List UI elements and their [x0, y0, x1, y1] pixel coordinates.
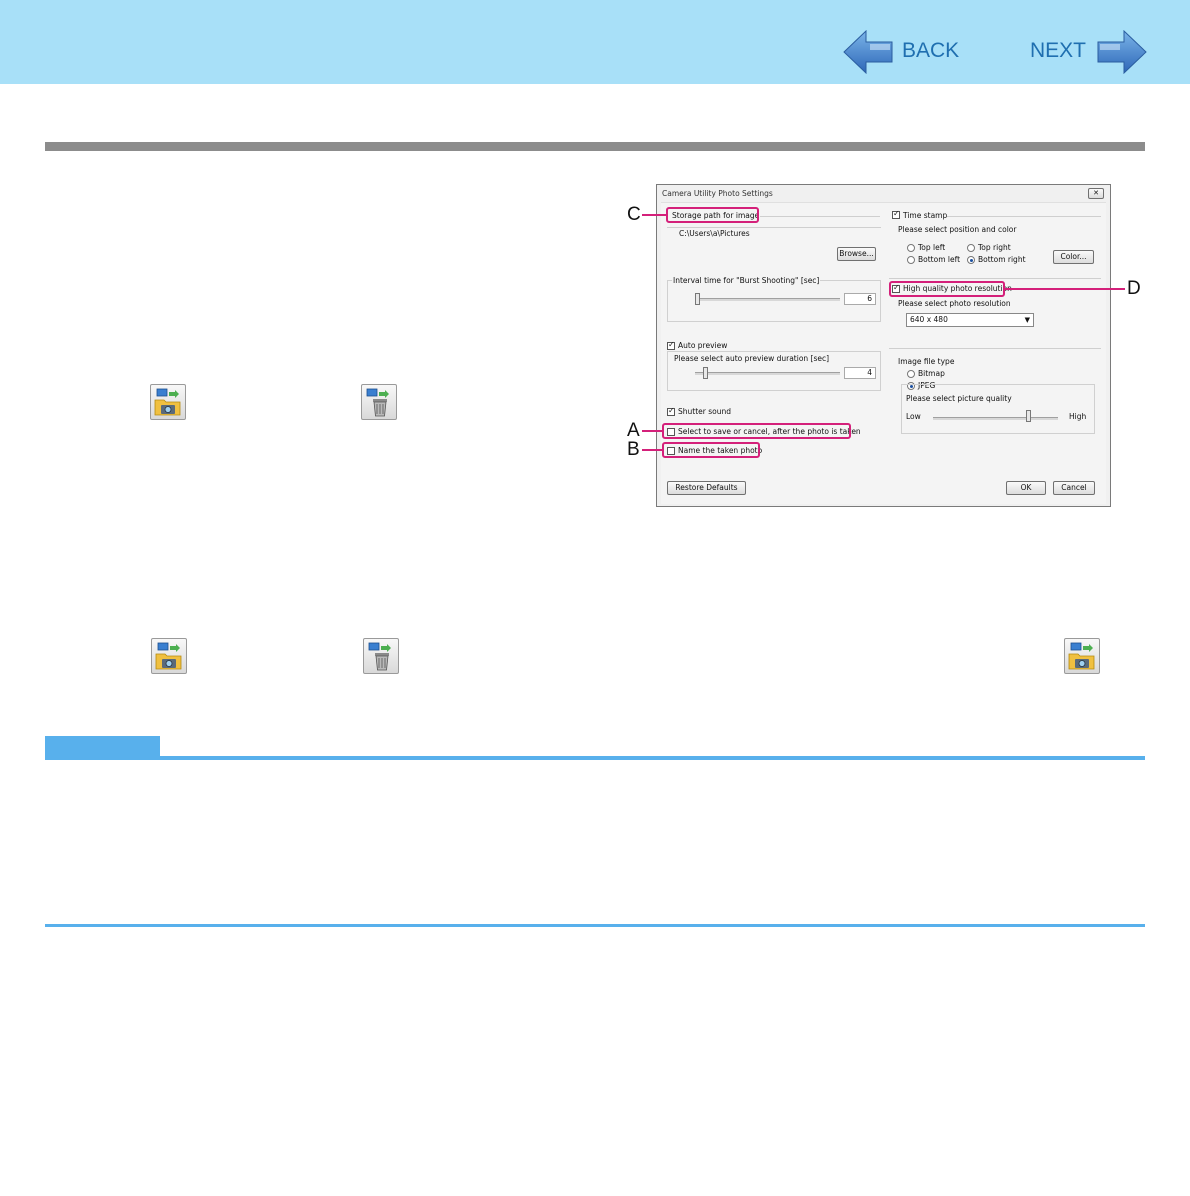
interval-slider-track: [695, 298, 840, 301]
resolution-dropdown[interactable]: 640 x 480 ▼: [906, 313, 1034, 327]
preview-slider-track: [695, 372, 840, 375]
callout-c-line: [642, 214, 666, 216]
bottom-right-label: Bottom right: [978, 255, 1026, 264]
callout-a: A: [627, 420, 640, 441]
quality-label: Please select picture quality: [906, 394, 1012, 403]
interval-label: Interval time for "Burst Shooting" [sec]: [672, 276, 821, 286]
radio-bottom-left[interactable]: [907, 256, 915, 264]
highlight-hq-resolution: [889, 281, 1005, 297]
photo-settings-dialog: Camera Utility Photo Settings ✕ Storage …: [656, 184, 1111, 507]
browse-button[interactable]: Browse...: [837, 247, 876, 261]
resolution-value: 640 x 480: [910, 315, 948, 324]
bitmap-label: Bitmap: [918, 369, 945, 378]
preview-value[interactable]: 4: [844, 367, 876, 379]
quality-group: [901, 384, 1095, 434]
time-stamp-position-label: Please select position and color: [898, 225, 1017, 234]
back-button[interactable]: BACK: [842, 30, 967, 74]
save-photo-icon: [151, 638, 187, 674]
radio-bottom-right[interactable]: [967, 256, 975, 264]
next-arrow-icon: [1097, 30, 1147, 74]
dialog-close-button[interactable]: ✕: [1088, 188, 1104, 199]
color-button[interactable]: Color...: [1053, 250, 1094, 264]
interval-slider-thumb[interactable]: [695, 293, 700, 305]
callout-d: D: [1127, 278, 1141, 299]
highlight-storage-path: [666, 207, 759, 223]
quality-slider-track: [933, 417, 1058, 420]
note-top-rule: [45, 756, 1145, 760]
time-stamp-label: Time stamp: [903, 211, 948, 220]
cancel-button[interactable]: Cancel: [1053, 481, 1095, 495]
callout-a-line: [642, 430, 662, 432]
callout-d-line: [1005, 288, 1125, 290]
file-type-label: Image file type: [898, 357, 955, 366]
note-tab: [45, 736, 160, 758]
highlight-name-photo: [662, 442, 760, 458]
callout-c: C: [627, 204, 641, 225]
resolution-select-label: Please select photo resolution: [898, 299, 1011, 308]
auto-preview-checkbox[interactable]: [667, 340, 675, 350]
restore-defaults-button[interactable]: Restore Defaults: [667, 481, 746, 495]
callout-b: B: [627, 439, 640, 460]
back-label: BACK: [902, 39, 960, 62]
storage-path-value: C:\Users\a\Pictures: [679, 229, 750, 238]
chevron-down-icon: ▼: [1024, 316, 1030, 324]
radio-top-right[interactable]: [967, 244, 975, 252]
ok-button[interactable]: OK: [1006, 481, 1046, 495]
quality-low-label: Low: [906, 412, 921, 421]
save-photo-icon: [1064, 638, 1100, 674]
shutter-sound-label: Shutter sound: [678, 407, 731, 416]
next-label: NEXT: [1030, 39, 1087, 62]
back-arrow-icon: [843, 30, 893, 74]
dialog-title: Camera Utility Photo Settings: [662, 189, 773, 198]
quality-slider-thumb[interactable]: [1026, 410, 1031, 422]
section-rule: [45, 142, 1145, 151]
radio-bitmap[interactable]: [907, 370, 915, 378]
next-button[interactable]: NEXT: [1030, 30, 1148, 74]
interval-value[interactable]: 6: [844, 293, 876, 305]
quality-high-label: High: [1069, 412, 1087, 421]
time-stamp-checkbox[interactable]: [892, 209, 900, 219]
delete-photo-icon: [363, 638, 399, 674]
highlight-select-save: [662, 423, 851, 439]
shutter-sound-checkbox[interactable]: [667, 406, 675, 416]
callout-b-line: [642, 449, 662, 451]
top-left-label: Top left: [918, 243, 946, 252]
preview-slider-thumb[interactable]: [703, 367, 708, 379]
bottom-left-label: Bottom left: [918, 255, 961, 264]
auto-preview-duration-label: Please select auto preview duration [sec…: [674, 354, 830, 363]
top-right-label: Top right: [978, 243, 1011, 252]
note-bottom-rule: [45, 924, 1145, 927]
auto-preview-label: Auto preview: [678, 341, 728, 350]
radio-top-left[interactable]: [907, 244, 915, 252]
delete-photo-icon: [361, 384, 397, 420]
top-banner: [0, 0, 1190, 84]
save-photo-icon: [150, 384, 186, 420]
